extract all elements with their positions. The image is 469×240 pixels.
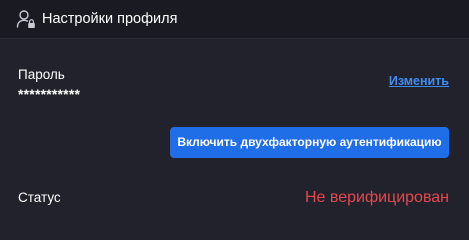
enable-2fa-button[interactable]: Включить двухфакторную аутентификацию [170,127,449,158]
status-badge: Не верифицирован [304,189,449,206]
password-masked-value: *********** [18,86,81,102]
page-title: Настройки профиля [42,11,178,27]
change-password-link[interactable]: Изменить [389,74,449,89]
profile-settings-header: Настройки профиля [0,0,469,39]
user-lock-icon [16,9,36,29]
password-label: Пароль [18,67,65,82]
status-label: Статус [18,190,61,205]
